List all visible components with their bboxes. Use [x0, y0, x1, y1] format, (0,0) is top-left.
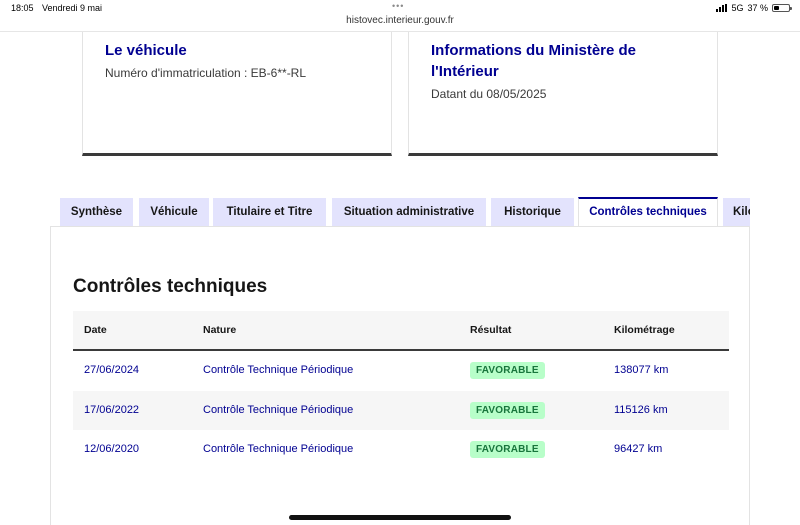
row-nature: Contrôle Technique Périodique	[203, 403, 354, 416]
status-time: 18:05	[11, 3, 34, 13]
controles-panel: Contrôles techniques Date Nature Résulta…	[50, 226, 750, 525]
row-km: 138077 km	[614, 364, 669, 376]
tab-situation[interactable]: Situation administrative	[332, 198, 486, 226]
tab-titulaire[interactable]: Titulaire et Titre	[213, 198, 326, 226]
ministry-date: Datant du 08/05/2025	[431, 87, 547, 101]
row-km: 115126 km	[614, 403, 668, 416]
tab-synthese[interactable]: Synthèse	[60, 198, 133, 226]
result-badge: FAVORABLE	[470, 441, 545, 458]
battery-icon	[772, 4, 792, 12]
table-header: Date Nature Résultat Kilométrage	[73, 311, 729, 351]
panel-title: Contrôles techniques	[73, 276, 268, 297]
column-date: Date	[84, 324, 107, 336]
row-nature: Contrôle Technique Périodique	[203, 364, 354, 376]
url-bar[interactable]: histovec.interieur.gouv.fr	[0, 14, 800, 32]
status-date: Vendredi 9 mai	[42, 3, 103, 13]
vehicle-card-title[interactable]: Le véhicule	[105, 40, 187, 61]
tab-bar: Synthèse Véhicule Titulaire et Titre Sit…	[60, 197, 750, 226]
battery-label: 37 %	[747, 3, 768, 13]
column-kilometrage: Kilométrage	[614, 324, 675, 336]
row-date: 17/06/2022	[84, 403, 140, 416]
tab-controles-techniques[interactable]: Contrôles techniques	[578, 197, 718, 226]
url-text: histovec.interieur.gouv.fr	[346, 15, 454, 26]
ministry-card-title[interactable]: Informations du Ministère de l'Intérieur	[431, 40, 661, 82]
status-indicators: 5G 37 %	[716, 3, 792, 13]
column-nature: Nature	[203, 324, 237, 336]
row-date: 12/06/2020	[84, 443, 140, 455]
result-badge: FAVORABLE	[470, 401, 545, 419]
row-km: 96427 km	[614, 443, 663, 455]
signal-icon	[716, 4, 728, 12]
registration-number: Numéro d'immatriculation : EB-6**-RL	[105, 66, 307, 80]
column-resultat: Résultat	[470, 324, 512, 336]
table-row: 12/06/2020 Contrôle Technique Périodique…	[73, 430, 729, 470]
tab-historique[interactable]: Historique	[491, 198, 574, 226]
result-badge: FAVORABLE	[470, 362, 545, 379]
table-row: 27/06/2024 Contrôle Technique Périodique…	[73, 351, 729, 391]
multitask-dots-icon[interactable]: •••	[392, 1, 404, 11]
tab-kilometrage[interactable]: Kilométrage	[723, 198, 750, 226]
status-bar: 18:05 Vendredi 9 mai ••• 5G 37 %	[0, 0, 800, 14]
tab-vehicule[interactable]: Véhicule	[139, 198, 209, 226]
table-row: 17/06/2022 Contrôle Technique Périodique…	[73, 390, 729, 430]
inspections-table: Date Nature Résultat Kilométrage 27/06/2…	[73, 311, 729, 470]
network-label: 5G	[731, 3, 744, 13]
ministry-card: Informations du Ministère de l'Intérieur…	[408, 32, 718, 156]
home-indicator[interactable]	[289, 515, 511, 520]
row-date: 27/06/2024	[84, 364, 140, 376]
vehicle-card: Le véhicule Numéro d'immatriculation : E…	[82, 32, 392, 156]
row-nature: Contrôle Technique Périodique	[203, 443, 354, 455]
